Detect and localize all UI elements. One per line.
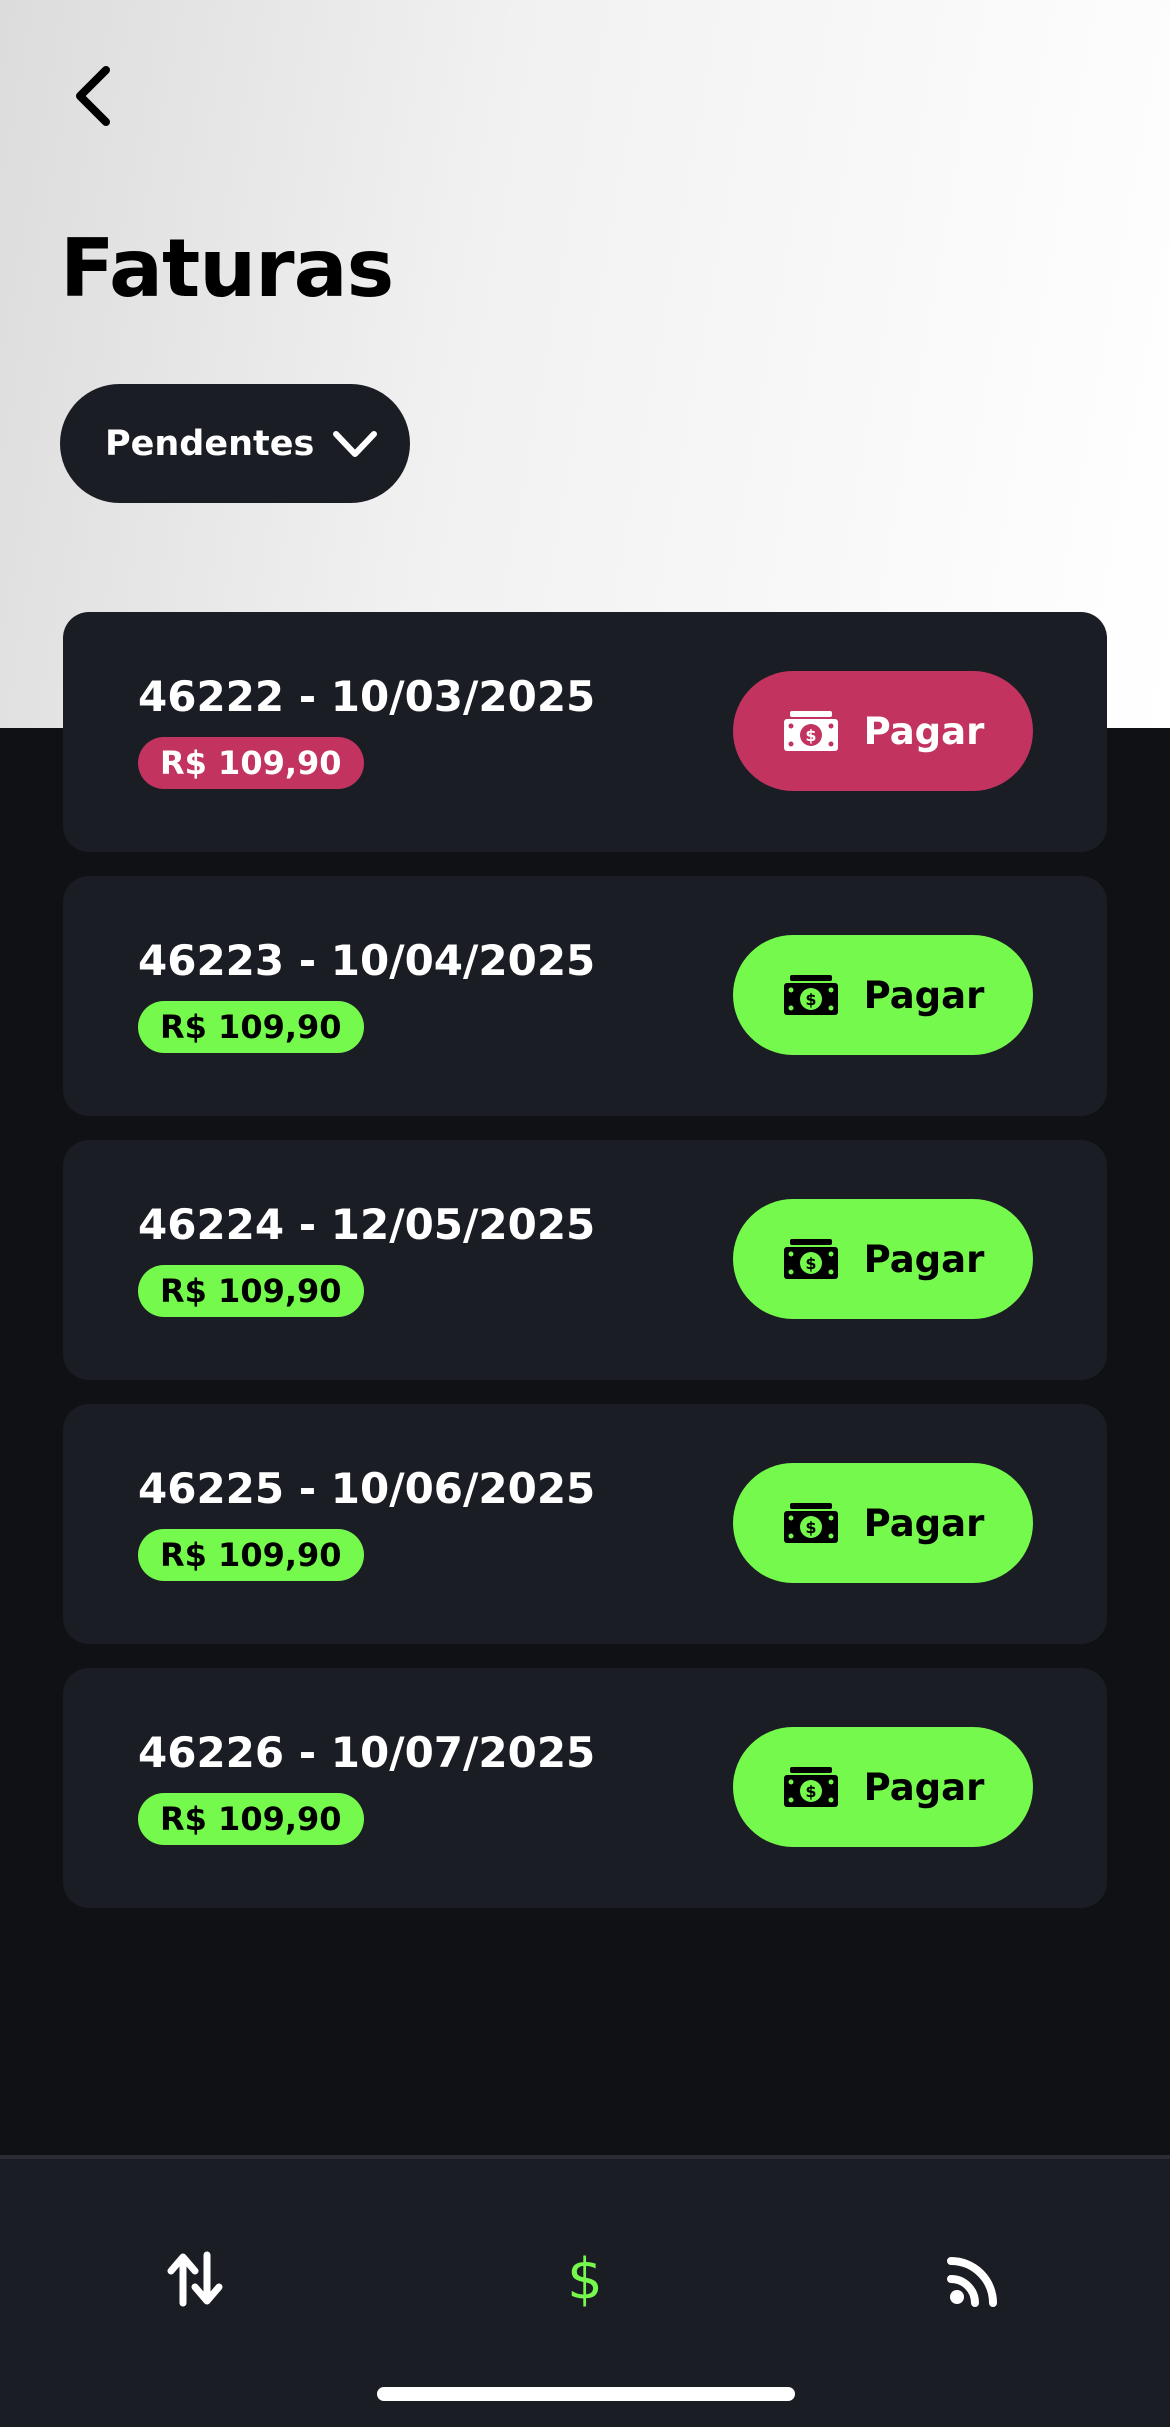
filter-label: Pendentes [105,423,315,464]
svg-text:$: $ [805,1254,816,1273]
nav-feed[interactable] [915,2219,1035,2339]
invoice-card: 46223 - 10/04/2025 R$ 109,90 $ Pagar [63,876,1107,1116]
chevron-down-icon [332,429,378,459]
pay-button[interactable]: $ Pagar [733,671,1033,791]
amount-badge: R$ 109,90 [138,1529,364,1581]
amount-badge: R$ 109,90 [138,737,364,789]
svg-text:$: $ [805,1782,816,1801]
invoice-title: 46225 - 10/06/2025 [138,1464,596,1513]
invoice-title: 46223 - 10/04/2025 [138,936,596,985]
amount-badge: R$ 109,90 [138,1265,364,1317]
pay-button[interactable]: $ Pagar [733,935,1033,1055]
invoice-card: 46224 - 12/05/2025 R$ 109,90 $ Pagar [63,1140,1107,1380]
feed-icon [947,2257,997,2307]
money-icon: $ [782,1237,840,1281]
invoice-title: 46222 - 10/03/2025 [138,672,596,721]
pay-button[interactable]: $ Pagar [733,1463,1033,1583]
amount-badge: R$ 109,90 [138,1001,364,1053]
money-icon: $ [782,1501,840,1545]
invoice-card: 46225 - 10/06/2025 R$ 109,90 $ Pagar [63,1404,1107,1644]
pay-button-label: Pagar [863,973,985,1017]
money-icon: $ [782,1765,840,1809]
nav-transfers[interactable] [135,2219,255,2339]
pay-button[interactable]: $ Pagar [733,1727,1033,1847]
svg-text:$: $ [805,1518,816,1537]
pay-button[interactable]: $ Pagar [733,1199,1033,1319]
nav-invoices[interactable]: $ [525,2219,645,2339]
transfer-arrows-icon [167,2251,223,2307]
dollar-sign-icon: $ [567,2246,603,2312]
back-button[interactable] [56,56,128,136]
page-title: Faturas [60,222,394,315]
invoice-list: 46222 - 10/03/2025 R$ 109,90 $ Pagar 462… [63,612,1107,1932]
pay-button-label: Pagar [863,1237,985,1281]
home-indicator [377,2387,795,2401]
svg-text:$: $ [805,990,816,1009]
money-icon: $ [782,709,840,753]
invoice-card: 46226 - 10/07/2025 R$ 109,90 $ Pagar [63,1668,1107,1908]
pay-button-label: Pagar [863,709,985,753]
invoice-title: 46226 - 10/07/2025 [138,1728,596,1777]
pay-button-label: Pagar [863,1501,985,1545]
status-filter-dropdown[interactable]: Pendentes [60,384,410,503]
svg-text:$: $ [805,726,816,745]
amount-badge: R$ 109,90 [138,1793,364,1845]
invoice-card: 46222 - 10/03/2025 R$ 109,90 $ Pagar [63,612,1107,852]
money-icon: $ [782,973,840,1017]
pay-button-label: Pagar [863,1765,985,1809]
chevron-left-icon [76,66,110,126]
invoice-title: 46224 - 12/05/2025 [138,1200,596,1249]
